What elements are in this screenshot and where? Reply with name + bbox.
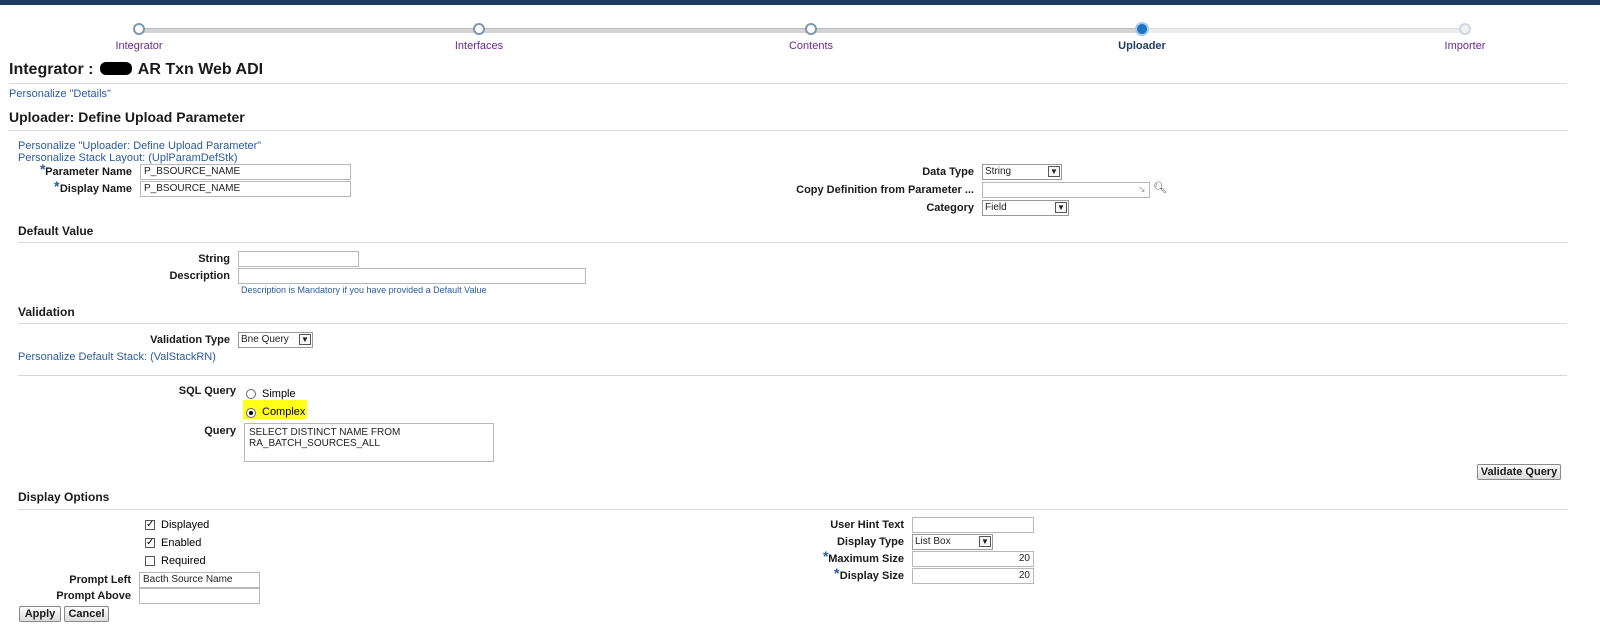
search-icon[interactable]: 🔍︎: [1153, 181, 1167, 194]
divider: [9, 130, 1567, 131]
personalize-default-stack-link[interactable]: Personalize Default Stack: (ValStackRN): [18, 351, 216, 363]
category-select[interactable]: Field ▼: [982, 200, 1069, 216]
page-title-suffix: AR Txn Web ADI: [137, 61, 264, 78]
validate-query-button[interactable]: Validate Query: [1477, 464, 1561, 480]
train-step-importer: Importer: [1444, 40, 1486, 52]
apply-button[interactable]: Apply: [19, 606, 61, 622]
display-type-label: Display Type: [836, 536, 904, 548]
data-type-value: String: [985, 166, 1012, 177]
validation-type-select[interactable]: Bne Query ▼: [238, 332, 313, 348]
display-size-input[interactable]: 20: [912, 568, 1034, 584]
sql-query-complex-radio[interactable]: [246, 408, 256, 418]
prompt-above-label: Prompt Above: [56, 590, 131, 602]
train-step-contents-dot[interactable]: [805, 23, 817, 35]
train-step-interfaces-dot[interactable]: [473, 23, 485, 35]
data-type-select[interactable]: String ▼: [982, 164, 1062, 180]
default-value-heading: Default Value: [18, 224, 94, 238]
personalize-uploader-link[interactable]: Personalize "Uploader: Define Upload Par…: [18, 140, 261, 152]
query-label: Query: [204, 425, 236, 437]
validation-type-label: Validation Type: [150, 334, 230, 346]
category-label: Category: [926, 202, 974, 214]
chevron-down-icon: ▼: [979, 536, 991, 547]
chevron-down-icon: ▼: [1048, 166, 1060, 177]
parameter-name-input[interactable]: P_BSOURCE_NAME: [140, 164, 351, 180]
description-hint: Description is Mandatory if you have pro…: [241, 285, 487, 295]
display-type-value: List Box: [915, 536, 951, 547]
page-title-prefix: Integrator :: [9, 61, 94, 78]
divider: [9, 83, 1567, 84]
maximum-size-input[interactable]: 20: [912, 551, 1034, 567]
personalize-details-link[interactable]: Personalize "Details": [9, 88, 111, 100]
resize-icon: ↘: [1138, 184, 1146, 194]
parameter-name-label: Parameter Name: [45, 166, 132, 178]
personalize-stack-link[interactable]: Personalize Stack Layout: (UplParamDefSt…: [18, 152, 237, 164]
divider: [18, 509, 1567, 510]
prompt-above-input[interactable]: [139, 588, 260, 604]
enabled-label: Enabled: [161, 537, 202, 549]
sql-query-label: SQL Query: [178, 385, 236, 397]
train-step-importer-dot: [1459, 23, 1471, 35]
default-string-input[interactable]: [238, 251, 359, 267]
copy-definition-label: Copy Definition from Parameter ...: [796, 184, 974, 196]
divider: [18, 375, 1567, 376]
query-textarea[interactable]: SELECT DISTINCT NAME FROM RA_BATCH_SOURC…: [244, 423, 494, 462]
maximum-size-label: Maximum Size: [828, 553, 904, 565]
train-step-uploader-dot: [1135, 22, 1149, 36]
page-title: Integrator : AR Txn Web ADI: [9, 61, 263, 79]
sql-query-simple-radio[interactable]: [246, 389, 256, 399]
default-string-label: String: [198, 253, 230, 265]
train-line-completed: [140, 28, 1143, 33]
train-line-pending: [1143, 28, 1465, 33]
sql-query-simple-label[interactable]: Simple: [262, 388, 296, 400]
user-hint-label: User Hint Text: [830, 519, 904, 531]
category-value: Field: [985, 202, 1007, 213]
display-type-select[interactable]: List Box ▼: [912, 534, 993, 550]
sql-query-complex-label[interactable]: Complex: [262, 406, 305, 418]
enabled-checkbox[interactable]: ✓: [145, 538, 155, 548]
validation-type-value: Bne Query: [241, 334, 289, 345]
chevron-down-icon: ▼: [1055, 202, 1067, 213]
required-label: Required: [161, 555, 206, 567]
user-hint-input[interactable]: [912, 517, 1034, 533]
train-step-uploader: Uploader: [1118, 40, 1166, 52]
display-options-heading: Display Options: [18, 490, 110, 504]
prompt-left-input[interactable]: Bacth Source Name: [139, 572, 260, 588]
default-description-input[interactable]: [238, 268, 586, 284]
train-step-interfaces[interactable]: Interfaces: [419, 40, 539, 52]
section-title: Uploader: Define Upload Parameter: [9, 109, 245, 125]
data-type-label: Data Type: [922, 166, 974, 178]
displayed-label: Displayed: [161, 519, 210, 531]
prompt-left-label: Prompt Left: [69, 574, 131, 586]
copy-definition-input[interactable]: [982, 182, 1150, 198]
cancel-button[interactable]: Cancel: [64, 606, 109, 622]
default-description-label: Description: [169, 270, 230, 282]
display-size-label: Display Size: [839, 570, 904, 582]
train-step-contents[interactable]: Contents: [751, 40, 871, 52]
display-name-label: Display Name: [59, 183, 132, 195]
validation-heading: Validation: [18, 305, 75, 319]
chevron-down-icon: ▼: [299, 334, 311, 345]
header-bar: [0, 0, 1600, 5]
display-name-input[interactable]: P_BSOURCE_NAME: [140, 181, 351, 197]
divider: [18, 242, 1567, 243]
redacted-block: [99, 62, 132, 75]
divider: [18, 323, 1567, 324]
displayed-checkbox[interactable]: ✓: [145, 520, 155, 530]
required-checkbox[interactable]: [145, 556, 155, 566]
train-step-integrator[interactable]: Integrator: [79, 40, 199, 52]
train-step-integrator-dot[interactable]: [133, 23, 145, 35]
